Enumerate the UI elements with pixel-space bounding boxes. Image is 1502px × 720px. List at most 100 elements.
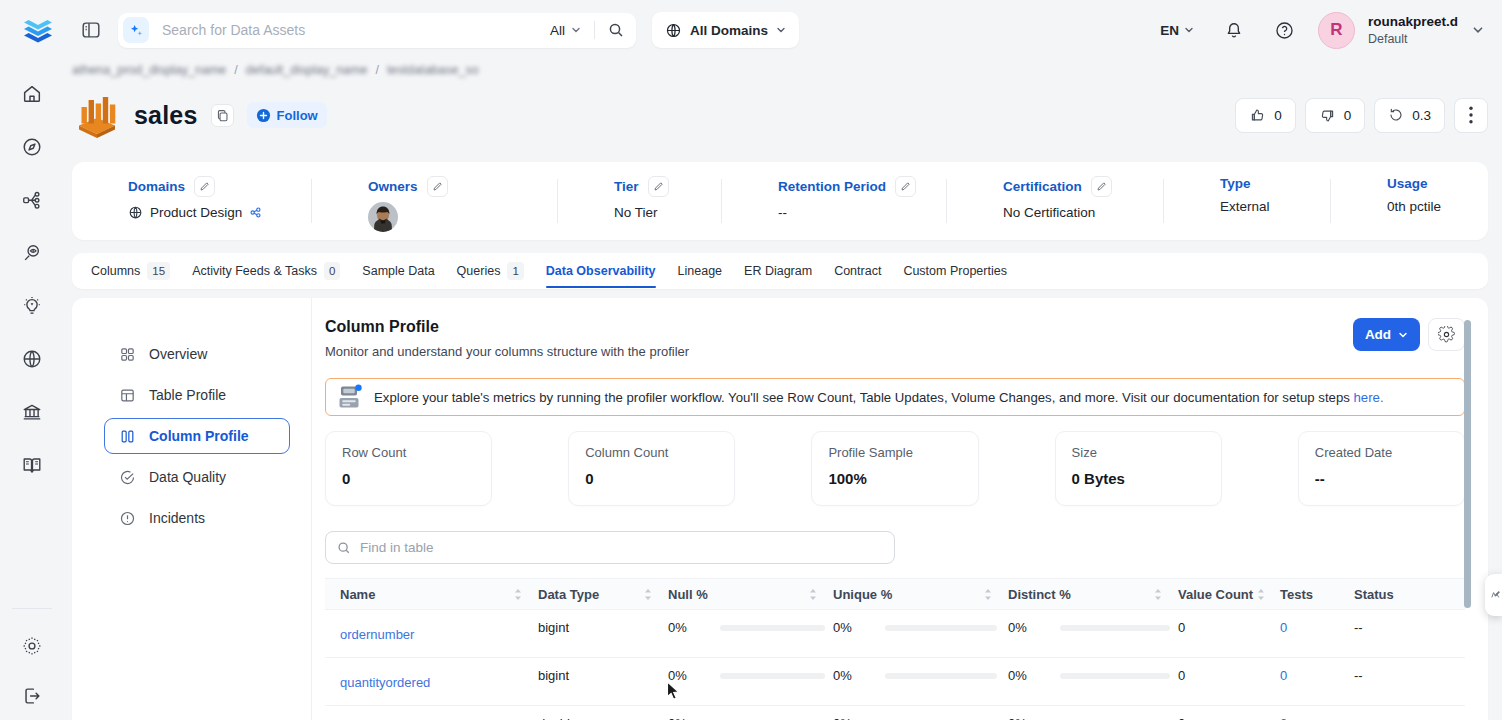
tab-contract[interactable]: Contract [834,253,881,289]
nav-incidents[interactable]: Incidents [104,500,290,536]
owner-avatar[interactable] [368,202,398,232]
search-icon[interactable] [608,22,624,38]
logout-icon[interactable] [0,672,64,720]
column-name-link[interactable] [325,706,530,720]
tab-count-badge: 0 [324,262,340,280]
globe-icon [665,22,682,39]
table-row[interactable]: ordernumber bigint 0% 0% 0% 0 0 -- [325,610,1465,658]
tab-activity-feeds[interactable]: Activity Feeds & Tasks0 [192,253,340,289]
nav-column-profile[interactable]: Column Profile [104,418,290,454]
progress-bar [720,625,825,631]
tab-lineage[interactable]: Lineage [678,253,723,289]
explore-compass-icon[interactable] [0,120,64,173]
sort-icon[interactable] [510,588,522,601]
add-button[interactable]: Add [1353,318,1420,351]
meta-usage: Usage 0th pctile [1331,162,1488,240]
all-domains-dropdown[interactable]: All Domains [652,12,799,48]
sort-icon[interactable] [1253,588,1265,601]
tab-custom-properties[interactable]: Custom Properties [903,253,1007,289]
panel-subtitle: Monitor and understand your columns stru… [325,344,689,359]
edit-tier-button[interactable] [648,176,669,197]
user-menu[interactable]: rounakpreet.d Default [1368,13,1458,47]
copy-icon[interactable] [211,104,234,127]
tests-link[interactable]: 0 [1270,610,1340,635]
sidebar-toggle-icon[interactable] [80,19,102,41]
insights-bulb-icon[interactable] [0,279,64,332]
tab-sample-data[interactable]: Sample Data [362,253,434,289]
edit-pencil-icon [199,181,210,192]
sort-icon[interactable] [980,588,992,601]
user-name: rounakpreet.d [1368,13,1458,31]
tab-columns[interactable]: Columns15 [91,253,170,289]
sort-icon[interactable] [805,588,817,601]
edit-retention-button[interactable] [895,176,916,197]
find-in-table[interactable] [325,531,895,564]
edit-pencil-icon [653,181,664,192]
notifications-bell-icon[interactable] [1224,20,1244,40]
global-search[interactable]: All [118,13,636,48]
help-icon[interactable] [1274,20,1295,41]
settings-gear-icon[interactable] [0,619,64,672]
tab-er-diagram[interactable]: ER Diagram [744,253,812,289]
user-avatar[interactable]: R [1318,12,1355,49]
domains-globe-icon[interactable] [0,332,64,385]
tests-link[interactable]: 0 [1270,706,1340,720]
table-row[interactable]: quantityordered bigint 0% 0% 0% 0 0 -- [325,658,1465,706]
chevron-down-icon[interactable] [1472,24,1484,36]
language-dropdown[interactable]: EN [1160,23,1194,38]
tier-value: No Tier [614,205,658,220]
breadcrumb-segment[interactable]: testdatabase_so [387,63,479,77]
stat-row-count: Row Count 0 [325,431,492,506]
kebab-menu-icon [1469,106,1473,124]
meta-type: Type External [1164,162,1330,240]
table-row[interactable]: double 0% 0% 0% 0 0 -- [325,706,1465,720]
type-value: External [1220,199,1270,214]
observability-search-icon[interactable] [0,226,64,279]
glossary-book-icon[interactable] [0,438,64,491]
meta-tier: Tier No Tier [558,162,721,240]
follow-button[interactable]: Follow [247,102,327,128]
search-input[interactable] [162,22,550,38]
nav-data-quality[interactable]: Data Quality [104,459,290,495]
feedback-widget-tab[interactable] [1485,574,1502,616]
column-name-link[interactable]: quantityordered [325,658,530,690]
tab-queries[interactable]: Queries1 [457,253,524,289]
app-logo-icon[interactable] [20,12,56,48]
column-name-link[interactable]: ordernumber [325,610,530,642]
governance-bank-icon[interactable] [0,385,64,438]
stat-size: Size 0 Bytes [1055,431,1222,506]
upvote-count: 0 [1274,108,1282,123]
mouse-cursor [666,681,685,701]
search-scope-dropdown[interactable]: All [550,23,581,38]
home-icon[interactable] [0,67,64,120]
version-button[interactable]: 0.3 [1374,98,1445,133]
breadcrumb-segment[interactable]: athena_prod_display_name [72,63,226,77]
more-menu-button[interactable] [1454,98,1488,133]
meta-owners: Owners [312,162,557,240]
profiler-settings-button[interactable] [1428,318,1465,351]
column-type: double [530,706,660,720]
meta-label: Type [1220,176,1251,191]
sort-icon[interactable] [1150,588,1162,601]
sort-icon[interactable] [640,588,652,601]
banner-docs-link[interactable]: here. [1354,390,1384,405]
find-in-table-input[interactable] [360,540,883,555]
tests-link[interactable]: 0 [1270,658,1340,683]
nav-overview[interactable]: Overview [104,336,290,372]
domain-value[interactable]: Product Design [150,205,242,220]
progress-bar [1060,625,1170,631]
scrollbar-thumb[interactable] [1464,320,1471,608]
nav-table-profile[interactable]: Table Profile [104,377,290,413]
link-icon[interactable] [249,206,262,219]
ai-sparkle-icon[interactable] [123,17,149,43]
downvote-button[interactable]: 0 [1305,98,1366,133]
breadcrumb-separator: / [234,63,237,77]
edit-domains-button[interactable] [194,176,215,197]
breadcrumb[interactable]: athena_prod_display_name / default_displ… [72,63,1488,77]
edit-certification-button[interactable] [1091,176,1112,197]
lineage-icon[interactable] [0,173,64,226]
breadcrumb-segment[interactable]: default_display_name [246,63,368,77]
tab-data-observability[interactable]: Data Observability [546,253,656,289]
upvote-button[interactable]: 0 [1235,98,1296,133]
edit-owners-button[interactable] [427,176,448,197]
